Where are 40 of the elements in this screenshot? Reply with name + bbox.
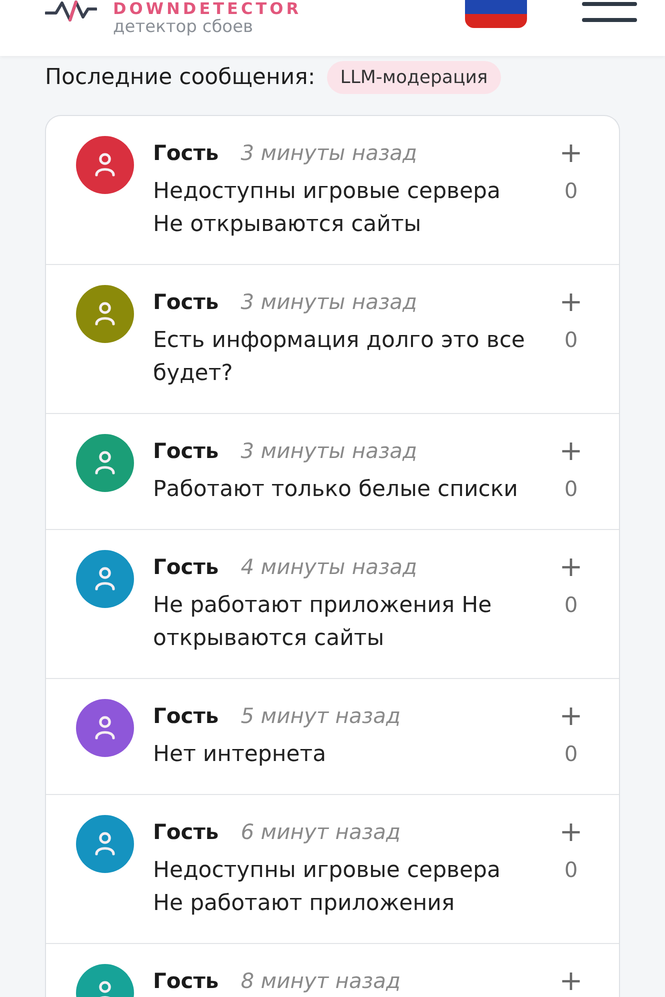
author-name: Гость — [153, 289, 219, 315]
upvote-button[interactable]: + — [559, 819, 583, 845]
message-text: Есть информация долго это все будет? — [153, 327, 526, 388]
timestamp: 4 минуты назад — [240, 554, 418, 580]
timestamp: 3 минуты назад — [240, 438, 418, 464]
author-name: Гость — [153, 140, 219, 166]
message-text: Не работают приложения Не открываются сайты — [153, 592, 493, 653]
timestamp: 3 минуты назад — [240, 140, 418, 166]
message-text: Работают только белые списки — [153, 476, 519, 504]
logo-title: DOWNDETECTOR — [113, 0, 302, 17]
menu-icon[interactable] — [582, 0, 637, 24]
timestamp: 8 минут назад — [240, 968, 400, 994]
author-name: Гость — [153, 819, 219, 845]
message-text: Нет интернета — [153, 741, 328, 769]
timestamp: 6 минут назад — [240, 819, 400, 845]
vote-count: 0 — [564, 741, 578, 768]
vote-count: 0 — [564, 857, 578, 884]
moderation-tag: LLM-модерация — [327, 61, 501, 94]
upvote-button[interactable]: + — [559, 289, 583, 315]
logo-subtitle: детектор сбоев — [113, 17, 254, 37]
upvote-button[interactable]: + — [559, 554, 583, 580]
author-name: Гость — [153, 703, 219, 729]
author-name: Гость — [153, 554, 219, 580]
upvote-button[interactable]: + — [559, 703, 583, 729]
vote-count: 0 — [564, 476, 578, 503]
timestamp: 5 минут назад — [240, 703, 400, 729]
flag-icon[interactable] — [465, 0, 527, 28]
author-name: Гость — [153, 968, 219, 994]
section-title: Последние сообщения: — [45, 65, 316, 90]
message-text: Недоступны игровые сервера Не работают приложения — [153, 857, 502, 918]
timestamp: 3 минуты назад — [240, 289, 418, 315]
message-text: Недоступны игровые сервера Не открываются сайты — [153, 178, 502, 239]
upvote-button[interactable]: + — [559, 438, 583, 464]
upvote-button[interactable]: + — [559, 968, 583, 994]
vote-count: 0 — [564, 178, 578, 205]
upvote-button[interactable]: + — [559, 140, 583, 166]
author-name: Гость — [153, 438, 219, 464]
vote-count: 0 — [564, 327, 578, 354]
pulse-icon — [45, 0, 97, 22]
vote-count: 0 — [564, 592, 578, 619]
